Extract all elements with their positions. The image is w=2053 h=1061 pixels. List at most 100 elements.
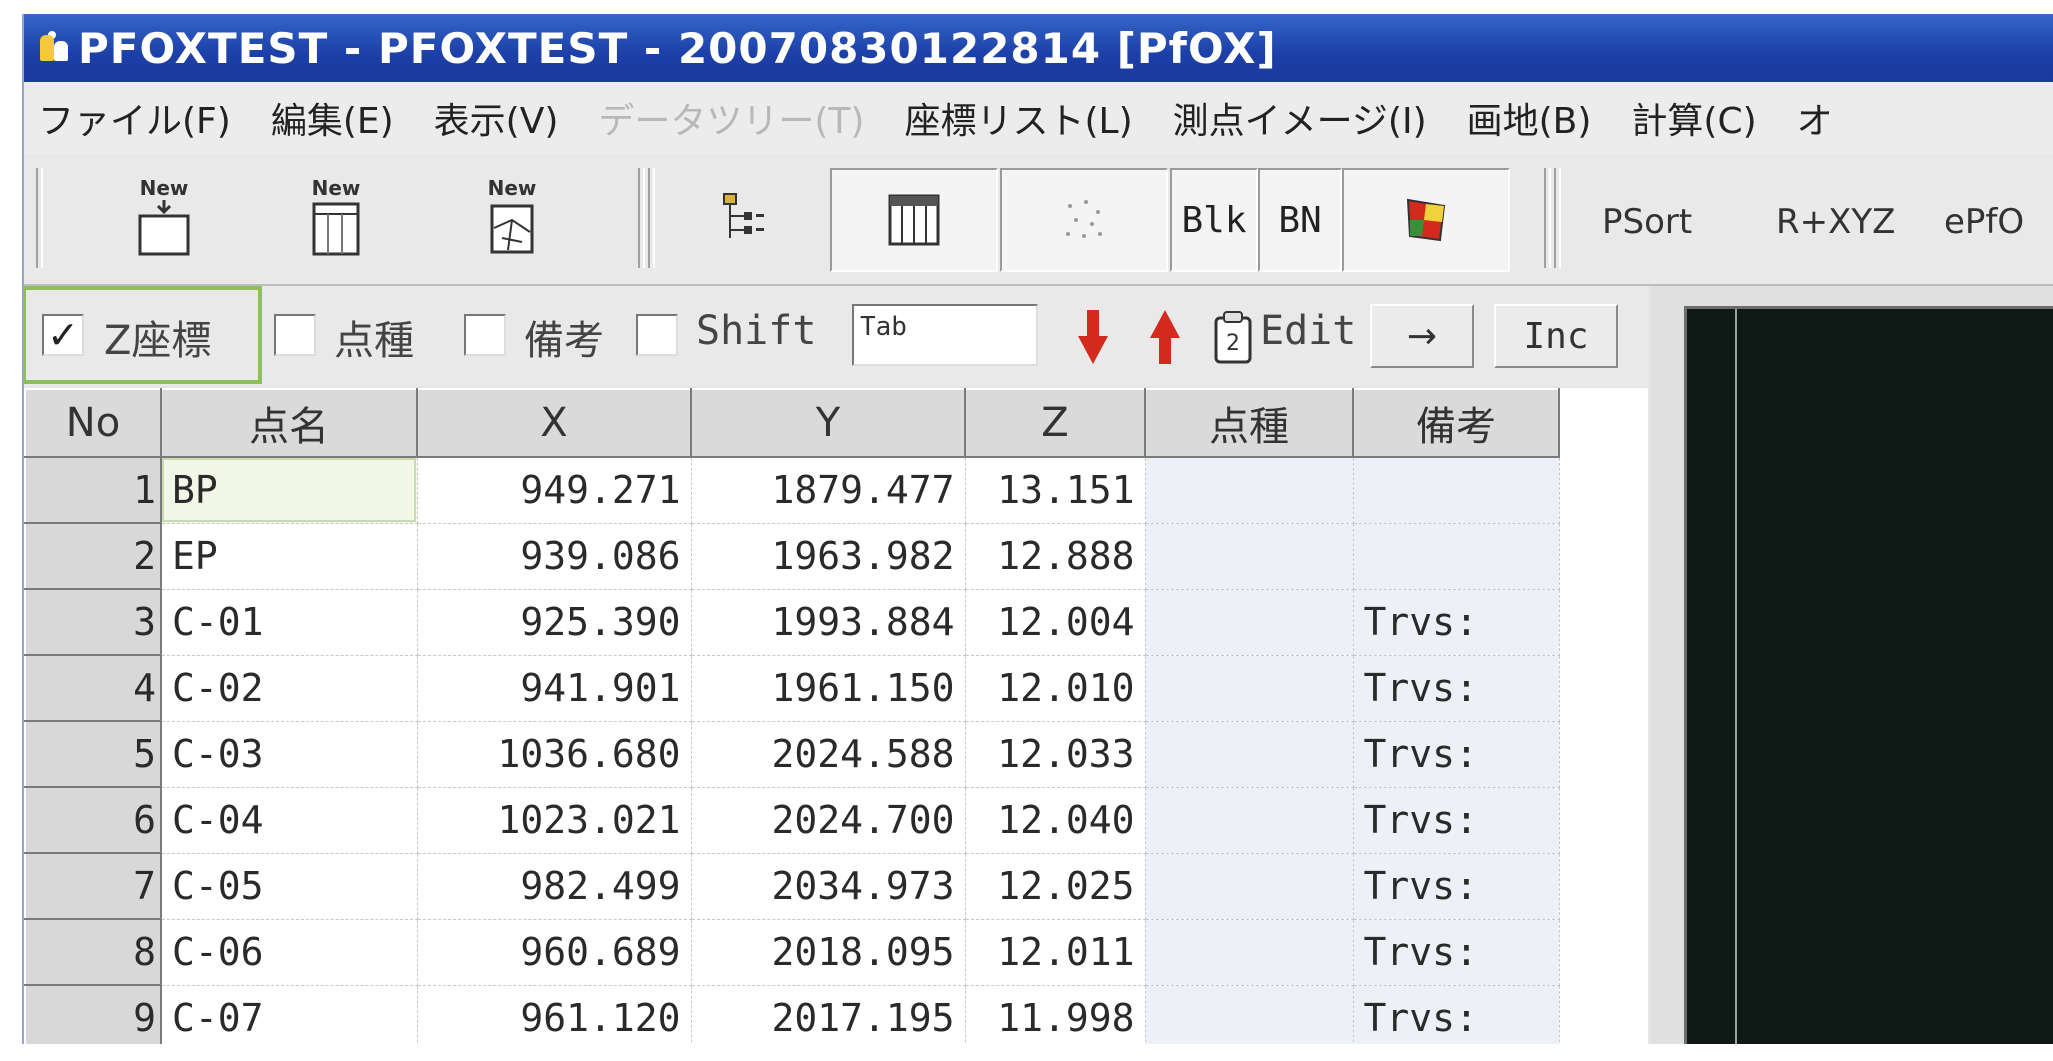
menu-file[interactable]: ファイル(F): [24, 92, 231, 144]
lot-image-button[interactable]: [1342, 168, 1510, 272]
x-cell[interactable]: 1036.680: [417, 721, 692, 788]
remark-cell[interactable]: Trvs:: [1353, 589, 1560, 656]
col-header-point-type[interactable]: 点種: [1144, 388, 1354, 458]
points-view-button[interactable]: [1000, 168, 1168, 272]
point-name-cell[interactable]: C-02: [161, 655, 418, 722]
row-number[interactable]: 5: [24, 720, 162, 788]
row-number[interactable]: 8: [24, 918, 162, 986]
point-name-cell[interactable]: C-06: [161, 919, 418, 986]
edit-button[interactable]: Edit: [1260, 308, 1356, 354]
x-cell[interactable]: 939.086: [417, 523, 692, 590]
point-name-cell[interactable]: C-04: [161, 787, 418, 854]
toolbar-grip[interactable]: [1544, 168, 1551, 268]
z-cell[interactable]: 12.888: [965, 523, 1146, 590]
point-name-cell[interactable]: C-05: [161, 853, 418, 920]
point-type-cell[interactable]: [1145, 919, 1354, 986]
map-canvas[interactable]: [1684, 306, 2053, 1044]
y-cell[interactable]: 2024.700: [691, 787, 966, 854]
row-number[interactable]: 4: [24, 654, 162, 722]
remark-cell[interactable]: Trvs:: [1353, 853, 1560, 920]
toolbar-grip[interactable]: [1554, 168, 1561, 268]
x-cell[interactable]: 961.120: [417, 985, 692, 1044]
z-coord-checkbox[interactable]: ✓: [42, 314, 84, 356]
title-bar[interactable]: PFOXTEST - PFOXTEST - 20070830122814 [Pf…: [24, 14, 2053, 82]
z-cell[interactable]: 12.011: [965, 919, 1146, 986]
z-cell[interactable]: 12.040: [965, 787, 1146, 854]
x-cell[interactable]: 982.499: [417, 853, 692, 920]
toolbar-grip[interactable]: [638, 168, 645, 268]
tab-input[interactable]: Tab: [852, 304, 1038, 366]
y-cell[interactable]: 2024.588: [691, 721, 966, 788]
table-row[interactable]: 5 C-03 1036.680 2024.588 12.033 Trvs:: [24, 720, 1560, 788]
coordinate-grid[interactable]: No 点名 X Y Z 点種 備考 1 BP 949.271 1879.477 …: [24, 388, 1648, 1044]
remark-cell[interactable]: Trvs:: [1353, 721, 1560, 788]
point-type-cell[interactable]: [1145, 853, 1354, 920]
y-cell[interactable]: 1993.884: [691, 589, 966, 656]
remark-cell[interactable]: [1353, 523, 1560, 590]
row-number[interactable]: 3: [24, 588, 162, 656]
arrow-right-button[interactable]: →: [1370, 304, 1474, 368]
z-cell[interactable]: 12.010: [965, 655, 1146, 722]
y-cell[interactable]: 2034.973: [691, 853, 966, 920]
move-down-arrow-icon[interactable]: [1076, 306, 1110, 368]
y-cell[interactable]: 2018.095: [691, 919, 966, 986]
shift-checkbox[interactable]: [636, 314, 678, 356]
blk-button[interactable]: Blk: [1170, 168, 1258, 272]
point-name-cell[interactable]: BP: [161, 457, 418, 524]
x-cell[interactable]: 941.901: [417, 655, 692, 722]
remark-cell[interactable]: Trvs:: [1353, 787, 1560, 854]
remarks-checkbox[interactable]: [464, 314, 506, 356]
z-cell[interactable]: 11.998: [965, 985, 1146, 1044]
remark-cell[interactable]: Trvs:: [1353, 919, 1560, 986]
table-row[interactable]: 9 C-07 961.120 2017.195 11.998 Trvs:: [24, 984, 1560, 1044]
menu-data-tree[interactable]: データツリー(T): [584, 92, 864, 144]
point-type-checkbox[interactable]: [274, 314, 316, 356]
menu-lot[interactable]: 画地(B): [1453, 92, 1592, 144]
table-row[interactable]: 7 C-05 982.499 2034.973 12.025 Trvs:: [24, 852, 1560, 920]
epfo-button[interactable]: ePfO: [1944, 202, 2024, 242]
row-number[interactable]: 1: [24, 456, 162, 524]
remark-cell[interactable]: Trvs:: [1353, 655, 1560, 722]
point-name-cell[interactable]: C-03: [161, 721, 418, 788]
toolbar-grip[interactable]: [648, 168, 655, 268]
row-number[interactable]: 6: [24, 786, 162, 854]
point-type-cell[interactable]: [1145, 523, 1354, 590]
col-header-remarks[interactable]: 備考: [1352, 388, 1560, 458]
point-type-cell[interactable]: [1145, 457, 1354, 524]
menu-edit[interactable]: 編集(E): [257, 92, 394, 144]
x-cell[interactable]: 1023.021: [417, 787, 692, 854]
table-row[interactable]: 2 EP 939.086 1963.982 12.888: [24, 522, 1560, 590]
y-cell[interactable]: 1963.982: [691, 523, 966, 590]
y-cell[interactable]: 1961.150: [691, 655, 966, 722]
x-cell[interactable]: 925.390: [417, 589, 692, 656]
psort-button[interactable]: PSort: [1602, 202, 1692, 242]
y-cell[interactable]: 2017.195: [691, 985, 966, 1044]
move-up-arrow-icon[interactable]: [1148, 306, 1182, 368]
point-name-cell[interactable]: C-01: [161, 589, 418, 656]
menu-view[interactable]: 表示(V): [420, 92, 559, 144]
new-table-button[interactable]: New: [286, 166, 386, 270]
point-name-cell[interactable]: C-07: [161, 985, 418, 1044]
r-xyz-button[interactable]: R+XYZ: [1776, 202, 1895, 242]
menu-options[interactable]: オ: [1783, 92, 1833, 144]
row-number[interactable]: 2: [24, 522, 162, 590]
point-type-cell[interactable]: [1145, 985, 1354, 1044]
menu-point-image[interactable]: 測点イメージ(I): [1159, 92, 1427, 144]
point-type-cell[interactable]: [1145, 787, 1354, 854]
remark-cell[interactable]: Trvs:: [1353, 985, 1560, 1044]
list-view-button[interactable]: [830, 168, 998, 272]
col-header-z[interactable]: Z: [964, 388, 1146, 458]
point-type-cell[interactable]: [1145, 589, 1354, 656]
menu-calculate[interactable]: 計算(C): [1617, 92, 1756, 144]
z-cell[interactable]: 13.151: [965, 457, 1146, 524]
menu-coordinate-list[interactable]: 座標リスト(L): [890, 92, 1132, 144]
new-file-button[interactable]: New: [114, 166, 214, 270]
bn-button[interactable]: BN: [1258, 168, 1342, 272]
table-row[interactable]: 8 C-06 960.689 2018.095 12.011 Trvs:: [24, 918, 1560, 986]
point-name-cell[interactable]: EP: [161, 523, 418, 590]
row-number[interactable]: 7: [24, 852, 162, 920]
table-row[interactable]: 4 C-02 941.901 1961.150 12.010 Trvs:: [24, 654, 1560, 722]
table-row[interactable]: 3 C-01 925.390 1993.884 12.004 Trvs:: [24, 588, 1560, 656]
col-header-point-name[interactable]: 点名: [160, 388, 418, 458]
clipboard-icon[interactable]: 2: [1210, 308, 1256, 366]
